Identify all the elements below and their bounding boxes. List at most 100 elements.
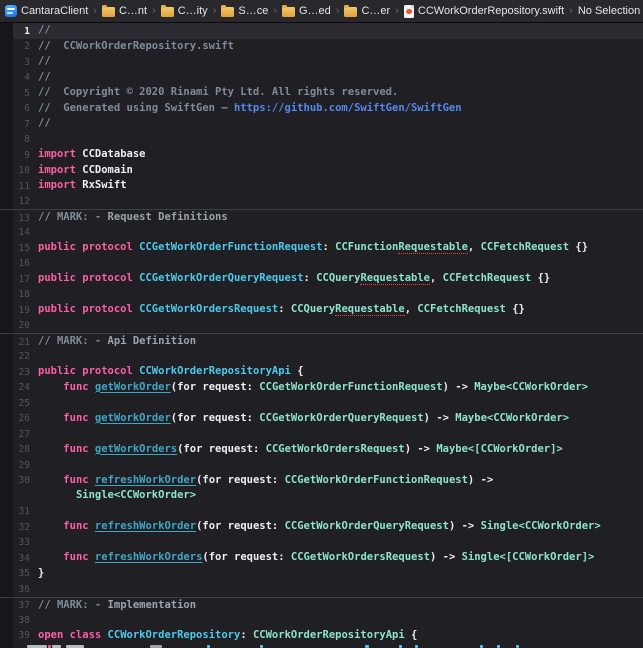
line-number[interactable]: 39 [13,628,30,644]
code-line-1[interactable]: 1// [0,23,643,39]
code-line-34[interactable]: 34 func refreshWorkOrders(for request: C… [0,550,643,566]
line-number[interactable]: 34 [13,550,30,566]
code-line-33[interactable]: 33 [0,535,643,551]
line-number[interactable]: 19 [13,302,30,318]
line-number[interactable]: 13 [13,210,30,225]
breadcrumb-folder[interactable]: C…ity [161,5,208,17]
code-line-32[interactable]: 32 func refreshWorkOrder(for request: CC… [0,519,643,535]
breadcrumb-project[interactable]: CantaraClient [5,5,88,17]
breadcrumb-folder[interactable]: G…ed [282,5,331,17]
code-line-30[interactable]: 30 func refreshWorkOrder(for request: CC… [0,473,643,489]
code-line-16[interactable]: 16 [0,256,643,272]
code-line-35[interactable]: 35} [0,566,643,582]
code-area[interactable]: 1//2// CCWorkOrderRepository.swift3//4//… [0,23,643,648]
code-line-29[interactable]: 29 [0,457,643,473]
line-number[interactable]: 6 [13,101,30,117]
line-number[interactable]: 4 [13,70,30,86]
line-number[interactable]: 8 [13,132,30,148]
code-line-21[interactable]: 21// MARK: - Api Definition [0,333,643,349]
breadcrumb-separator: › [212,5,218,17]
line-number[interactable]: 31 [13,504,30,520]
line-number[interactable]: 37 [13,598,30,613]
breadcrumb-selection[interactable]: No Selection [578,5,640,17]
line-number[interactable]: 12 [13,194,30,210]
code-line-7[interactable]: 7// [0,116,643,132]
code-line-26[interactable]: 26 func getWorkOrder(for request: CCGetW… [0,411,643,427]
code-line-12[interactable]: 12 [0,194,643,210]
gutter-edge [0,240,13,256]
line-number[interactable]: 14 [13,225,30,241]
code-line-24[interactable]: 24 func getWorkOrder(for request: CCGetW… [0,380,643,396]
line-number[interactable]: 3 [13,54,30,70]
line-number[interactable]: 11 [13,178,30,194]
line-number[interactable]: 20 [13,318,30,334]
line-number[interactable]: 2 [13,39,30,55]
line-number[interactable]: 32 [13,519,30,535]
breadcrumb-folder[interactable]: S…ce [221,5,268,17]
line-number[interactable] [13,488,30,504]
line-number[interactable]: 25 [13,395,30,411]
code-line-27[interactable]: 27 [0,426,643,442]
code-line-37[interactable]: 37// MARK: - Implementation [0,597,643,613]
line-number[interactable]: 35 [13,566,30,582]
breadcrumb-file[interactable]: CCWorkOrderRepository.swift [404,5,564,18]
code-line-25[interactable]: 25 [0,395,643,411]
code-line-11[interactable]: 11import RxSwift [0,178,643,194]
gutter-edge [0,504,13,520]
code-line-13[interactable]: 13// MARK: - Request Definitions [0,209,643,225]
line-number[interactable]: 7 [13,116,30,132]
code-segment: // Copyright © 2020 Rinami Pty Ltd. All … [38,86,398,98]
line-number[interactable]: 15 [13,240,30,256]
line-number[interactable]: 9 [13,147,30,163]
code-line-15[interactable]: 15public protocol CCGetWorkOrderFunction… [0,240,643,256]
code-line-19[interactable]: 19public protocol CCGetWorkOrdersRequest… [0,302,643,318]
line-number[interactable]: 21 [13,334,30,349]
code-line-17[interactable]: 17public protocol CCGetWorkOrderQueryReq… [0,271,643,287]
code-segment: (for request: [202,551,291,563]
line-number[interactable]: 26 [13,411,30,427]
code-line-wrap[interactable]: Single<CCWorkOrder> [0,488,643,504]
breadcrumb-folder[interactable]: C…er [344,5,390,17]
code-segment: func [63,412,88,424]
line-number[interactable]: 27 [13,426,30,442]
code-line-28[interactable]: 28 func getWorkOrders(for request: CCGet… [0,442,643,458]
gutter-edge [0,488,13,504]
line-number[interactable]: 30 [13,473,30,489]
code-line-2[interactable]: 2// CCWorkOrderRepository.swift [0,39,643,55]
code-line-10[interactable]: 10import CCDomain [0,163,643,179]
code-line-31[interactable]: 31 [0,504,643,520]
line-number[interactable]: 16 [13,256,30,272]
line-number[interactable]: 17 [13,271,30,287]
code-line-4[interactable]: 4// [0,70,643,86]
line-number[interactable]: 28 [13,442,30,458]
code-line-14[interactable]: 14 [0,225,643,241]
code-line-22[interactable]: 22 [0,349,643,365]
code-segment: ) -> [405,443,437,455]
line-number[interactable]: 10 [13,163,30,179]
breadcrumb-folder[interactable]: C…nt [102,5,147,17]
line-number[interactable]: 23 [13,364,30,380]
line-number[interactable]: 33 [13,535,30,551]
code-line-9[interactable]: 9import CCDatabase [0,147,643,163]
code-line-18[interactable]: 18 [0,287,643,303]
line-number[interactable]: 1 [13,23,30,39]
line-number[interactable]: 5 [13,85,30,101]
code-segment: Requestable [335,303,405,316]
code-line-20[interactable]: 20 [0,318,643,334]
line-number[interactable]: 38 [13,612,30,628]
line-number[interactable]: 24 [13,380,30,396]
code-line-8[interactable]: 8 [0,132,643,148]
line-number[interactable]: 18 [13,287,30,303]
gutter-edge [0,411,13,427]
code-line-23[interactable]: 23public protocol CCWorkOrderRepositoryA… [0,364,643,380]
code-line-38[interactable]: 38 [0,612,643,628]
code-line-5[interactable]: 5 // Copyright © 2020 Rinami Pty Ltd. All… [0,85,643,101]
code-segment: : [304,272,317,284]
code-line-6[interactable]: 6// Generated using SwiftGen — https://g… [0,101,643,117]
code-line-39[interactable]: 39open class CCWorkOrderRepository: CCWo… [0,628,643,644]
line-number[interactable]: 36 [13,581,30,597]
line-number[interactable]: 22 [13,349,30,365]
line-number[interactable]: 29 [13,457,30,473]
code-line-3[interactable]: 3// [0,54,643,70]
code-line-36[interactable]: 36 [0,581,643,597]
